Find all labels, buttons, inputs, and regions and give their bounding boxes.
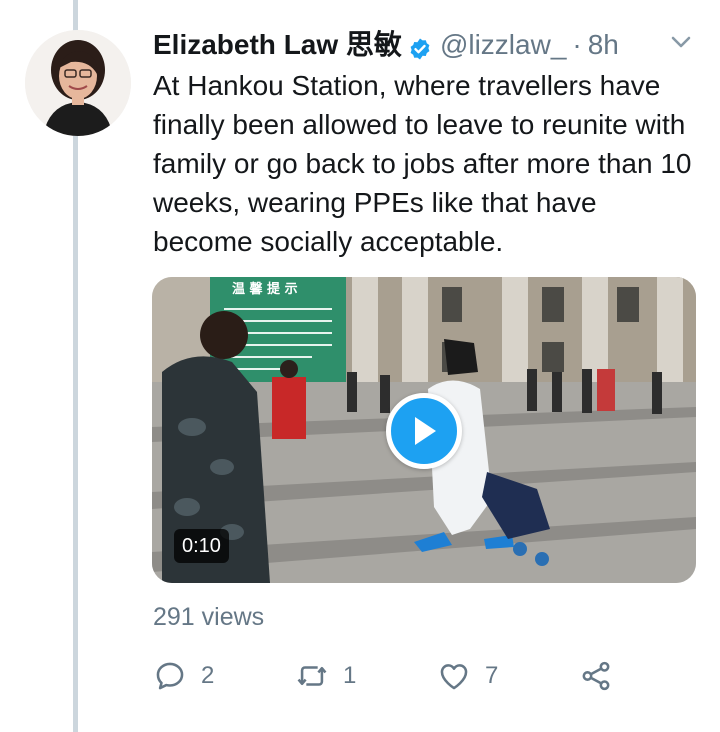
chevron-down-icon[interactable] — [667, 28, 695, 56]
reply-count: 2 — [201, 662, 215, 689]
like-button[interactable]: 7 — [437, 656, 498, 696]
tweet-header: Elizabeth Law 思敏 @lizzlaw_ · 8h — [153, 24, 713, 66]
sign-text: 温 馨 提 示 — [232, 281, 298, 297]
verified-badge-icon — [408, 33, 432, 60]
tweet-time[interactable]: 8h — [588, 26, 619, 64]
reply-icon — [156, 662, 184, 690]
retweet-icon — [297, 666, 327, 686]
avatar[interactable] — [25, 30, 131, 136]
video-duration: 0:10 — [174, 529, 229, 563]
author-name[interactable]: Elizabeth Law 思敏 — [153, 26, 402, 64]
like-icon — [440, 664, 468, 690]
reply-button[interactable]: 2 — [153, 656, 214, 696]
play-icon — [415, 417, 436, 445]
play-button[interactable] — [386, 393, 462, 469]
like-count: 7 — [485, 662, 499, 689]
share-icon — [582, 661, 610, 691]
author-handle[interactable]: @lizzlaw_ — [440, 26, 566, 64]
view-count: 291 views — [153, 603, 265, 631]
retweet-button[interactable]: 1 — [295, 656, 356, 696]
tweet-actions: 2 1 7 — [153, 656, 673, 696]
share-button[interactable] — [579, 656, 613, 696]
video-player[interactable]: 温 馨 提 示 0:10 — [152, 277, 696, 583]
separator-dot: · — [572, 29, 582, 60]
tweet-text: At Hankou Station, where travellers have… — [153, 70, 692, 257]
retweet-count: 1 — [343, 662, 357, 689]
